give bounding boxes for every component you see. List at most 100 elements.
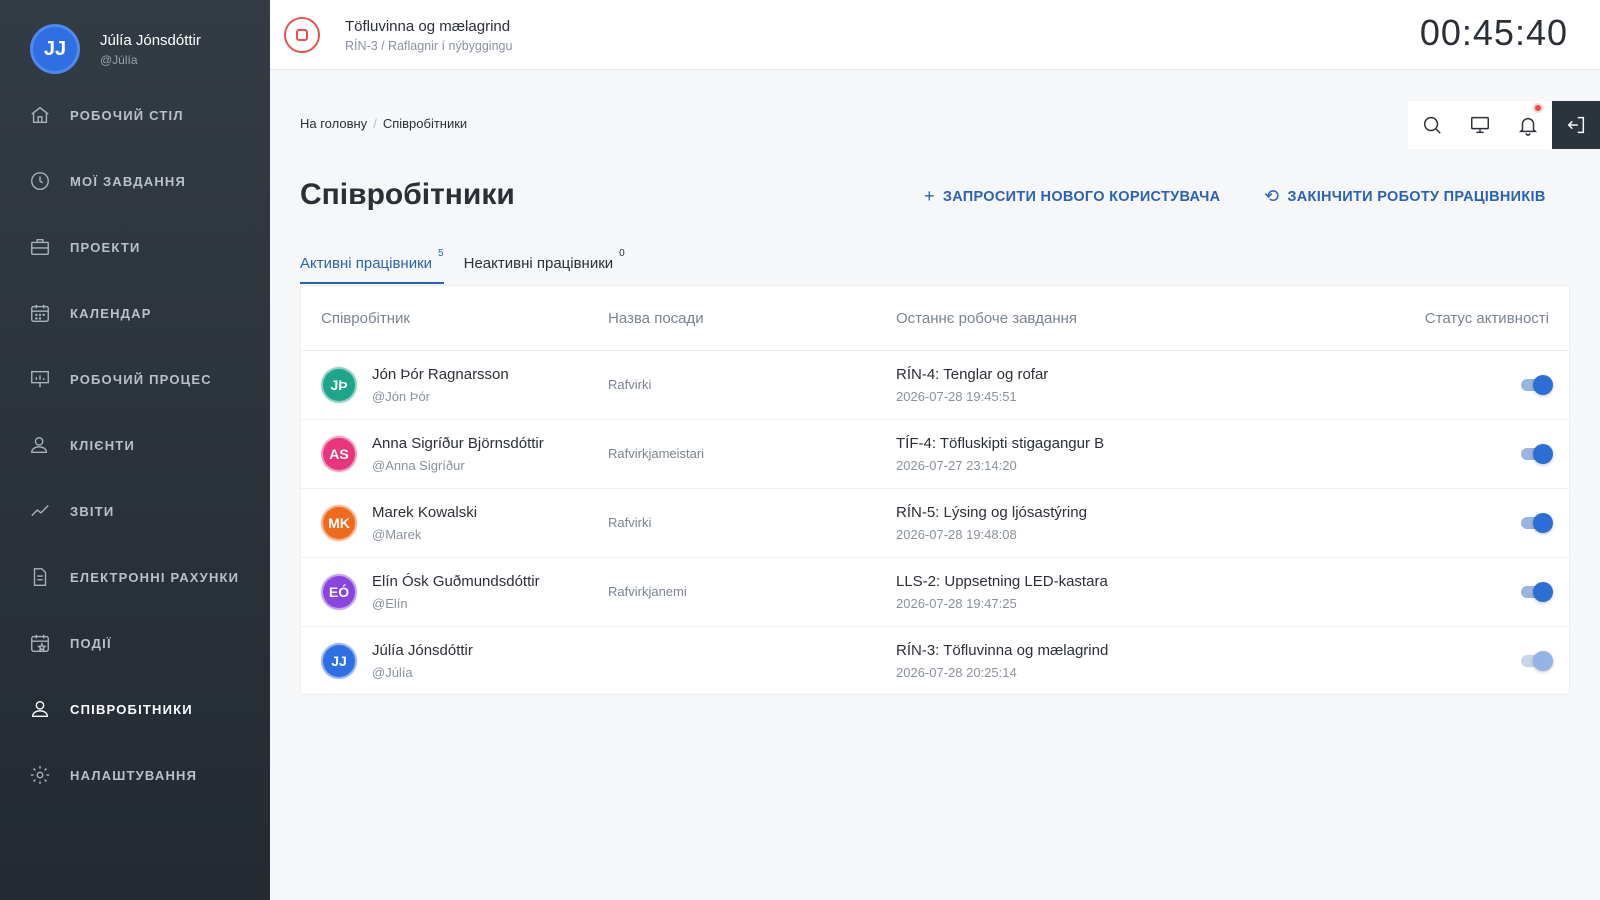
avatar[interactable]: JJ	[30, 24, 80, 74]
presentation-icon	[28, 367, 52, 391]
header-employee[interactable]: Співробітник	[321, 310, 410, 327]
employee-name[interactable]: Elín Ósk Guðmundsdóttir	[372, 573, 540, 590]
employee-name[interactable]: Jón Þór Ragnarsson	[372, 366, 509, 383]
stop-timer-button[interactable]	[284, 17, 320, 53]
last-task[interactable]: LLS-2: Uppsetning LED-kastara	[896, 573, 1108, 590]
table-header: Співробітник Назва посади Останнє робоче…	[301, 286, 1569, 351]
avatar[interactable]: JJ	[321, 643, 357, 679]
avatar[interactable]: AS	[321, 436, 357, 472]
invite-user-button[interactable]: + ЗАПРОСИТИ НОВОГО КОРИСТУВАЧА	[924, 186, 1220, 207]
breadcrumb-home-link[interactable]: На головну	[300, 116, 367, 131]
tab-count: 5	[438, 248, 444, 259]
chart-line-icon	[28, 499, 52, 523]
current-task-title: Töfluvinna og mælagrind	[345, 18, 511, 35]
table-row[interactable]: EÓ Elín Ósk Guðmundsdóttir @Elín Rafvirkjan…	[301, 558, 1569, 627]
user-profile[interactable]: JJ Júlía Jónsdóttir @Júlía	[30, 24, 201, 74]
last-task[interactable]: RÍN-3: Töfluvinna og mælagrind	[896, 642, 1108, 659]
activity-status-toggle[interactable]	[1519, 512, 1553, 534]
job-title: Rafvirkjanemi	[608, 584, 687, 599]
table-row[interactable]: MK Marek Kowalski @Marek Rafvirki RÍN-5: Lýs…	[301, 489, 1569, 558]
last-task-time: 2026-07-27 23:14:20	[896, 458, 1017, 473]
table-body: JÞ Jón Þór Ragnarsson @Jón Þór Rafvirki RÍN-…	[301, 351, 1569, 696]
employee-tabs: Активні працівники 5 Неактивні працівники…	[300, 246, 645, 284]
sidebar-item-label: ПРОЕКТИ	[70, 239, 141, 255]
sidebar-item-label: ЗВІТИ	[70, 503, 115, 519]
stop-icon	[296, 29, 308, 41]
sidebar-item-user[interactable]: КЛІЄНТИ	[0, 412, 270, 478]
sidebar-item-home[interactable]: РОБОЧИЙ СТІЛ	[0, 82, 270, 148]
sidebar-item-users[interactable]: СПІВРОБІТНИКИ	[0, 676, 270, 742]
document-icon	[28, 565, 52, 589]
table-row[interactable]: AS Anna Sigríður Björnsdóttir @Anna Sigríð…	[301, 420, 1569, 489]
sidebar-item-label: КАЛЕНДАР	[70, 305, 152, 321]
last-task[interactable]: TÍF-4: Töfluskipti stigagangur B	[896, 435, 1104, 452]
sidebar-item-gear[interactable]: НАЛАШТУВАННЯ	[0, 742, 270, 808]
logout-button[interactable]	[1552, 101, 1600, 149]
sidebar-item-calendar[interactable]: КАЛЕНДАР	[0, 280, 270, 346]
briefcase-icon	[28, 235, 52, 259]
breadcrumb-separator: /	[373, 116, 377, 131]
sidebar-item-calendar-star[interactable]: ПОДІЇ	[0, 610, 270, 676]
sidebar-item-label: СПІВРОБІТНИКИ	[70, 701, 193, 717]
toggle-knob	[1533, 444, 1553, 464]
last-task-time: 2026-07-28 20:25:14	[896, 665, 1017, 680]
profile-name: Júlía Jónsdóttir	[100, 31, 201, 49]
toolbar	[1408, 101, 1600, 149]
timer-bar: Töfluvinna og mælagrind RÍN-3 / Raflagni…	[270, 0, 1600, 70]
search-button[interactable]	[1408, 101, 1456, 149]
notification-dot	[1533, 103, 1543, 113]
sidebar-item-document[interactable]: ЕЛЕКТРОННІ РАХУНКИ	[0, 544, 270, 610]
sidebar-item-label: КЛІЄНТИ	[70, 437, 135, 453]
table-row[interactable]: JÞ Jón Þór Ragnarsson @Jón Þór Rafvirki RÍN-…	[301, 351, 1569, 420]
profile-handle: @Júlía	[100, 52, 138, 67]
job-title: Rafvirki	[608, 515, 652, 530]
tab-inactive-employees[interactable]: Неактивні працівники 0	[464, 246, 625, 284]
activity-status-toggle[interactable]	[1519, 443, 1553, 465]
gear-icon	[28, 763, 52, 787]
sidebar-item-chart-line[interactable]: ЗВІТИ	[0, 478, 270, 544]
undo-icon: ⟲	[1264, 186, 1280, 206]
employees-table: Співробітник Назва посади Останнє робоче…	[300, 285, 1570, 695]
current-task-project: RÍN-3 / Raflagnir í nýbyggingu	[345, 39, 513, 53]
sidebar-item-clock[interactable]: МОЇ ЗАВДАННЯ	[0, 148, 270, 214]
employee-name[interactable]: Júlía Jónsdóttir	[372, 642, 473, 659]
calendar-icon	[28, 301, 52, 325]
avatar[interactable]: JÞ	[321, 367, 357, 403]
sidebar-item-label: ПОДІЇ	[70, 635, 112, 651]
employee-name[interactable]: Marek Kowalski	[372, 504, 477, 521]
notifications-button[interactable]	[1504, 101, 1552, 149]
last-task[interactable]: RÍN-5: Lýsing og ljósastýring	[896, 504, 1087, 521]
avatar[interactable]: MK	[321, 505, 357, 541]
tab-active-employees[interactable]: Активні працівники 5	[300, 246, 444, 284]
last-task[interactable]: RÍN-4: Tenglar og rofar	[896, 366, 1048, 383]
sidebar-item-label: ЕЛЕКТРОННІ РАХУНКИ	[70, 569, 240, 585]
timer-display: 00:45:40	[1419, 12, 1568, 53]
breadcrumb: На головну / Співробітники	[300, 116, 467, 131]
activity-status-toggle[interactable]	[1519, 650, 1553, 672]
employee-name[interactable]: Anna Sigríður Björnsdóttir	[372, 435, 544, 452]
activity-status-toggle[interactable]	[1519, 374, 1553, 396]
screen-button[interactable]	[1456, 101, 1504, 149]
last-task-time: 2026-07-28 19:45:51	[896, 389, 1017, 404]
invite-user-label: ЗАПРОСИТИ НОВОГО КОРИСТУВАЧА	[942, 188, 1221, 205]
header-job-title[interactable]: Назва посади	[608, 310, 704, 327]
activity-status-toggle[interactable]	[1519, 581, 1553, 603]
sidebar-item-briefcase[interactable]: ПРОЕКТИ	[0, 214, 270, 280]
clock-icon	[28, 169, 52, 193]
breadcrumb-current: Співробітники	[382, 116, 468, 131]
header-last-task[interactable]: Останнє робоче завдання	[896, 310, 1077, 327]
employee-handle: @Jón Þór	[372, 389, 430, 404]
last-task-time: 2026-07-28 19:47:25	[896, 596, 1017, 611]
sidebar-nav: РОБОЧИЙ СТІЛ МОЇ ЗАВДАННЯ ПРОЕКТИ КАЛЕНДАР Р…	[0, 82, 270, 808]
sidebar-item-label: МОЇ ЗАВДАННЯ	[70, 173, 187, 189]
sidebar-item-presentation[interactable]: РОБОЧИЙ ПРОЦЕС	[0, 346, 270, 412]
table-row[interactable]: JJ Júlía Jónsdóttir @Júlía RÍN-3: Töfluvinn…	[301, 627, 1569, 696]
logout-icon	[1567, 116, 1585, 134]
last-task-time: 2026-07-28 19:48:08	[896, 527, 1017, 542]
sidebar-item-label: РОБОЧИЙ СТІЛ	[70, 107, 184, 123]
avatar[interactable]: EÓ	[321, 574, 357, 610]
job-title: Rafvirkjameistari	[608, 446, 705, 461]
plus-icon: +	[924, 186, 935, 206]
header-activity-status[interactable]: Статус активності	[1425, 310, 1549, 327]
end-employees-work-button[interactable]: ⟲ ЗАКІНЧИТИ РОБОТУ ПРАЦІВНИКІВ	[1264, 186, 1546, 207]
